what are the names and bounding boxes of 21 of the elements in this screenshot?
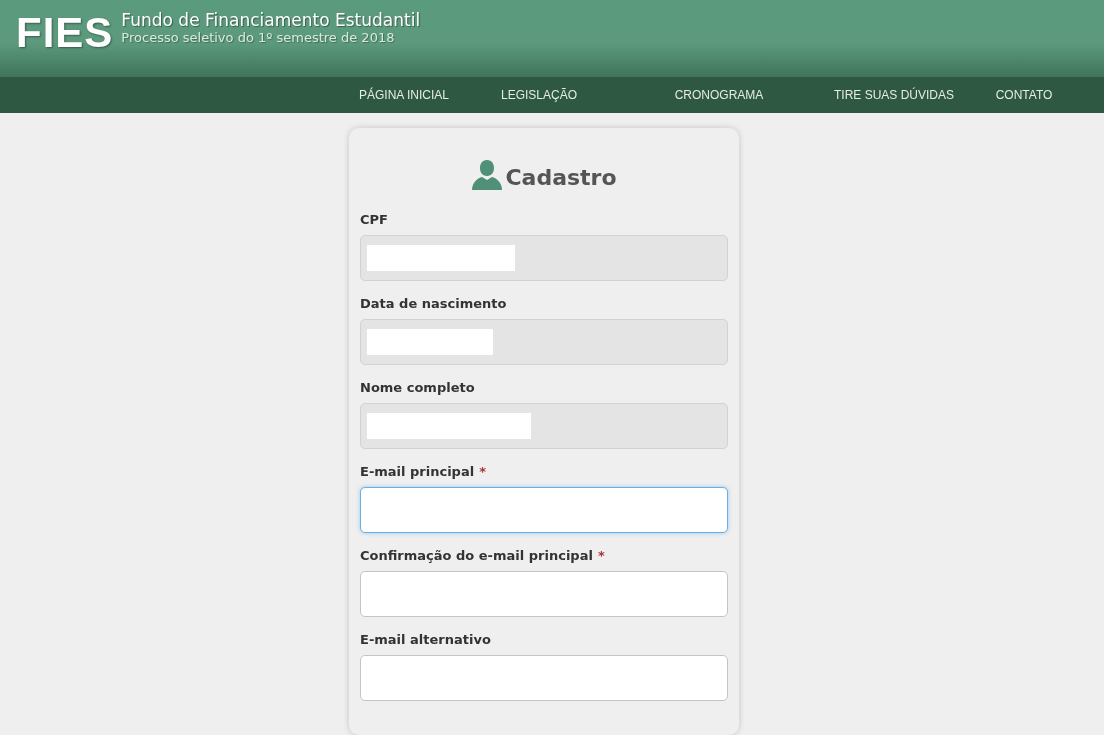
nav-link[interactable]: CRONOGRAMA <box>614 88 824 102</box>
field-label: E-mail alternativo <box>360 632 491 647</box>
field-label: CPF <box>360 212 388 227</box>
site-title: Fundo de Financiamento Estudantil <box>121 10 421 30</box>
field-label: Data de nascimento <box>360 296 507 311</box>
field-label: Confirmação do e-mail principal <box>360 548 593 563</box>
form-title: Cadastro <box>505 165 617 190</box>
nav-link[interactable]: CONTATO <box>964 88 1084 102</box>
input-field[interactable] <box>360 655 728 701</box>
nav-link[interactable]: LEGISLAÇÃO <box>464 88 614 102</box>
nav-link[interactable]: PÁGINA INICIAL <box>344 88 464 102</box>
nav-link[interactable]: TIRE SUAS DÚVIDAS <box>824 88 964 102</box>
input-field[interactable] <box>360 571 728 617</box>
site-subtitle: Processo seletivo do 1º semestre de 2018 <box>121 30 396 45</box>
required-mark: * <box>597 548 605 563</box>
input-field[interactable] <box>360 487 728 533</box>
field-label: E-mail principal <box>360 464 475 479</box>
user-icon <box>471 158 504 190</box>
field-label: Nome completo <box>360 380 475 395</box>
site-logo: FIES <box>16 8 114 58</box>
required-mark: * <box>479 464 486 479</box>
